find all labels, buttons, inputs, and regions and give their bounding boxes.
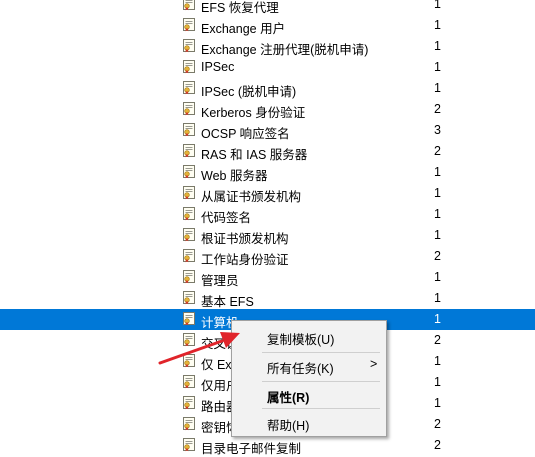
annotation-arrow-icon [158, 332, 240, 365]
